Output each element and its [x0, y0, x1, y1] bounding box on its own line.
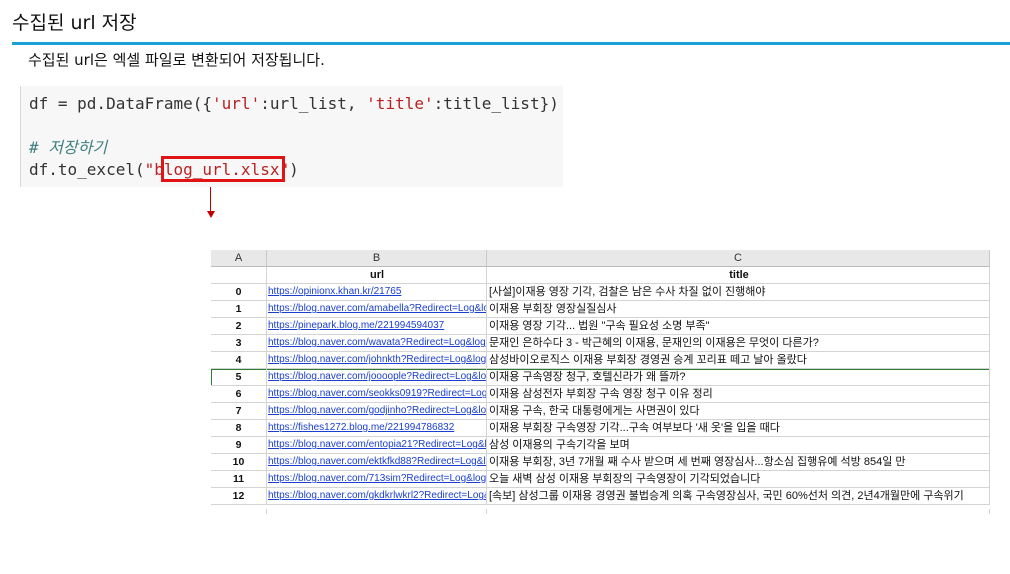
- title-cell[interactable]: 이재용 구속영장 청구, 호텔신라가 왜 뜰까?: [487, 369, 990, 386]
- down-arrow-line: [210, 187, 211, 213]
- header-cell-url[interactable]: url: [267, 267, 487, 284]
- header-row: url title: [211, 267, 990, 284]
- header-cell-index[interactable]: [211, 267, 267, 284]
- code-string: 'title': [366, 94, 434, 113]
- column-header-b[interactable]: B: [267, 250, 487, 267]
- title-cell[interactable]: 이재용 부회장 구속영장 기각...구속 여부보다 '새 옷'을 입을 때다: [487, 420, 990, 437]
- table-row[interactable]: 1 https://blog.naver.com/amabella?Redirec…: [211, 301, 990, 318]
- code-string: 'url': [212, 94, 261, 113]
- title-cell[interactable]: [사설]이재용 영장 기각, 검찰은 남은 수사 차질 없이 진행해야: [487, 284, 990, 301]
- code-text: :url_list,: [260, 94, 367, 113]
- url-link-cell[interactable]: https://blog.naver.com/ektkfkd88?Redirec…: [267, 454, 487, 471]
- title-underline: [12, 42, 1010, 45]
- excel-sheet: A B C url title 0 https://opinionx.khan.k…: [211, 250, 990, 514]
- row-index-cell[interactable]: 12: [211, 488, 267, 505]
- table-row[interactable]: 9 https://blog.naver.com/entopia21?Redire…: [211, 437, 990, 454]
- table-row[interactable]: 11 https://blog.naver.com/713sim?Redirect…: [211, 471, 990, 488]
- title-cell[interactable]: 문재인 은하수다 3 - 박근혜의 이재용, 문재인의 이재용은 무엇이 다른가…: [487, 335, 990, 352]
- row-index-cell[interactable]: 10: [211, 454, 267, 471]
- url-link-cell[interactable]: https://blog.naver.com/gkdkrlwkrl2?Redir…: [267, 488, 487, 505]
- row-index-cell[interactable]: 6: [211, 386, 267, 403]
- url-link-cell[interactable]: https://blog.naver.com/wavata?Redirect=L…: [267, 335, 487, 352]
- url-link-cell[interactable]: https://blog.naver.com/godjinho?Redirect…: [267, 403, 487, 420]
- code-cell: df = pd.DataFrame({'url':url_list, 'titl…: [20, 86, 563, 187]
- url-link-cell[interactable]: https://blog.naver.com/entopia21?Redirec…: [267, 437, 487, 454]
- code-text: ): [289, 160, 299, 179]
- row-index-cell[interactable]: 11: [211, 471, 267, 488]
- url-link-cell[interactable]: https://fishes1272.blog.me/221994786832: [267, 420, 487, 437]
- table-row[interactable]: 0 https://opinionx.khan.kr/21765 [사설]이재용 영…: [211, 284, 990, 301]
- table-row[interactable]: 7 https://blog.naver.com/godjinho?Redirec…: [211, 403, 990, 420]
- row-index-cell[interactable]: 4: [211, 352, 267, 369]
- url-link-cell[interactable]: https://opinionx.khan.kr/21765: [267, 284, 487, 301]
- code-text: df.to_excel(: [29, 160, 145, 179]
- column-header-c[interactable]: C: [487, 250, 990, 267]
- title-cell[interactable]: 이재용 영장 기각... 법원 "구속 필요성 소명 부족": [487, 318, 990, 335]
- page-title: 수집된 url 저장: [12, 12, 137, 34]
- title-cell[interactable]: 이재용 부회장, 3년 7개월 째 수사 받으며 세 번째 영장심사...항소심…: [487, 454, 990, 471]
- url-link-cell[interactable]: https://blog.naver.com/johnkth?Redirect=…: [267, 352, 487, 369]
- down-arrow-icon: [207, 211, 215, 218]
- url-link-cell[interactable]: https://pinepark.blog.me/221994594037: [267, 318, 487, 335]
- title-cell[interactable]: 오늘 새벽 삼성 이재용 부회장의 구속영장이 기각되었습니다: [487, 471, 990, 488]
- table-row-partial: [211, 509, 990, 514]
- title-cell[interactable]: 이재용 구속, 한국 대통령에게는 사면권이 있다: [487, 403, 990, 420]
- row-index-cell[interactable]: 1: [211, 301, 267, 318]
- title-cell[interactable]: 이재용 부회장 영장실질심사: [487, 301, 990, 318]
- code-line-dataframe: df = pd.DataFrame({'url':url_list, 'titl…: [29, 94, 559, 114]
- table-row[interactable]: 5 https://blog.naver.com/joooople?Redirec…: [211, 369, 990, 386]
- page-subtitle: 수집된 url은 엑셀 파일로 변환되어 저장됩니다.: [28, 51, 325, 69]
- table-row[interactable]: 12 https://blog.naver.com/gkdkrlwkrl2?Red…: [211, 488, 990, 505]
- row-index-cell[interactable]: 0: [211, 284, 267, 301]
- table-row[interactable]: 3 https://blog.naver.com/wavata?Redirect=…: [211, 335, 990, 352]
- table-row[interactable]: 8 https://fishes1272.blog.me/221994786832…: [211, 420, 990, 437]
- filename-highlight-box: [161, 156, 285, 182]
- row-index-cell[interactable]: 3: [211, 335, 267, 352]
- column-header-a[interactable]: A: [211, 250, 267, 267]
- row-index-cell[interactable]: 2: [211, 318, 267, 335]
- row-index-cell[interactable]: 8: [211, 420, 267, 437]
- table-row[interactable]: 6 https://blog.naver.com/seokks0919?Redir…: [211, 386, 990, 403]
- url-link-cell[interactable]: https://blog.naver.com/713sim?Redirect=L…: [267, 471, 487, 488]
- header-cell-title[interactable]: title: [487, 267, 990, 284]
- row-index-cell[interactable]: 7: [211, 403, 267, 420]
- url-cell[interactable]: [267, 509, 487, 514]
- row-index-cell[interactable]: [211, 509, 267, 514]
- title-cell[interactable]: [속보] 삼성그룹 이재용 경영권 불법승계 의혹 구속영장심사, 국민 60%…: [487, 488, 990, 505]
- url-link-cell[interactable]: https://blog.naver.com/amabella?Redirect…: [267, 301, 487, 318]
- row-index-cell[interactable]: 5: [211, 369, 267, 386]
- code-text: df = pd.DataFrame({: [29, 94, 213, 113]
- title-cell[interactable]: [487, 509, 990, 514]
- url-link-cell[interactable]: https://blog.naver.com/seokks0919?Redire…: [267, 386, 487, 403]
- table-row[interactable]: 2 https://pinepark.blog.me/221994594037 이재…: [211, 318, 990, 335]
- title-cell[interactable]: 이재용 삼성전자 부회장 구속 영장 청구 이유 정리: [487, 386, 990, 403]
- table-row[interactable]: 4 https://blog.naver.com/johnkth?Redirect…: [211, 352, 990, 369]
- title-cell[interactable]: 삼성바이오로직스 이재용 부회장 경영권 승계 꼬리표 떼고 날아 올랐다: [487, 352, 990, 369]
- code-comment: # 저장하기: [29, 138, 108, 157]
- url-link-cell[interactable]: https://blog.naver.com/joooople?Redirect…: [267, 369, 487, 386]
- code-text: :title_list}): [433, 94, 559, 113]
- title-cell[interactable]: 삼성 이재용의 구속기각을 보며: [487, 437, 990, 454]
- table-row[interactable]: 10 https://blog.naver.com/ektkfkd88?Redir…: [211, 454, 990, 471]
- row-index-cell[interactable]: 9: [211, 437, 267, 454]
